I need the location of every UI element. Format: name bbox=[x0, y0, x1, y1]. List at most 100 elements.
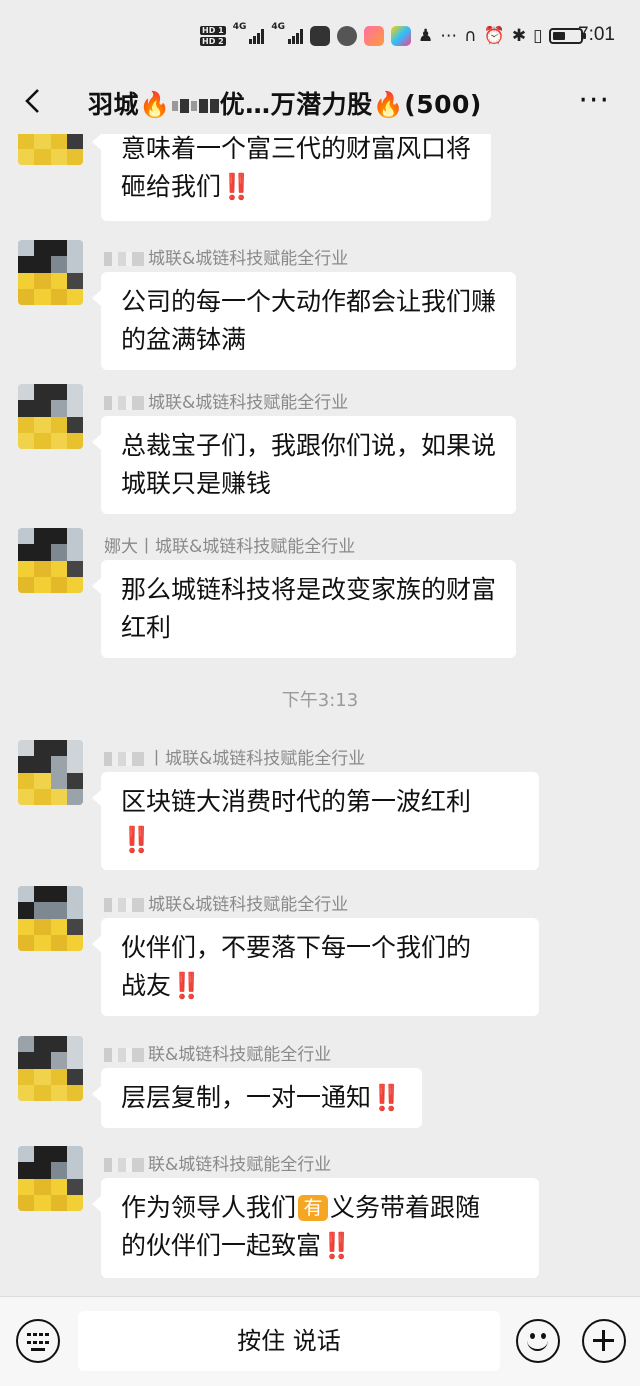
avatar-mosaic bbox=[18, 1036, 83, 1101]
hd-icon: HD 1 HD 2 bbox=[200, 25, 226, 47]
message-line: 作为领导人我们有义务带着跟随 bbox=[121, 1189, 519, 1227]
message-bubble[interactable]: 意味着一个富三代的财富风口将 砸给我们‼️ bbox=[91, 134, 492, 221]
redacted-mark bbox=[104, 252, 144, 266]
message-line: 的伙伴们一起致富‼️ bbox=[121, 1231, 353, 1260]
keyboard-icon[interactable] bbox=[16, 1319, 60, 1363]
smile-mouth bbox=[527, 1339, 548, 1351]
sender-name: 联&城链科技赋能全行业 bbox=[104, 1150, 331, 1175]
sender-text: 联&城链科技赋能全行业 bbox=[148, 1155, 332, 1175]
signal-icon bbox=[288, 28, 303, 44]
redacted-mark bbox=[209, 99, 219, 113]
sender-text: 城联&城链科技赋能全行业 bbox=[148, 393, 349, 413]
message-line: 战友‼️ bbox=[121, 971, 203, 1000]
chevron-left-icon[interactable] bbox=[18, 86, 48, 116]
chat-area[interactable]: 意味着一个富三代的财富风口将 砸给我们‼️ 城联&城链科技赋能全行业 公司的每一… bbox=[0, 134, 640, 1296]
sender-text: 城联&城链科技赋能全行业 bbox=[148, 895, 349, 915]
message-text: 义务带着跟随 bbox=[330, 1193, 481, 1222]
message-line: 砸给我们‼️ bbox=[121, 172, 253, 201]
nav-bar: 羽城🔥 优…万潜力股🔥(500) ··· bbox=[0, 72, 640, 134]
qq-icon: ♟ bbox=[418, 26, 434, 46]
time-separator: 下午3:13 bbox=[281, 690, 359, 711]
message-bubble[interactable]: 公司的每一个大动作都会让我们赚 的盆满钵满 bbox=[91, 272, 517, 370]
avatar[interactable] bbox=[18, 1036, 83, 1101]
sender-name: 娜大丨城联&城链科技赋能全行业 bbox=[104, 532, 355, 557]
avatar-mosaic bbox=[18, 134, 83, 165]
message-line: 公司的每一个大动作都会让我们赚 bbox=[121, 287, 497, 316]
more-dots-icon: ⋯ bbox=[440, 26, 458, 46]
avatar-mosaic bbox=[18, 886, 83, 951]
hd-label: HD 2 bbox=[200, 37, 226, 46]
avatar-mosaic bbox=[18, 384, 83, 449]
avatar-mosaic bbox=[18, 740, 83, 805]
status-icons: HD 1 HD 2 4G 4G ♟ ⋯ ∩ ⏰ ✱ ▯ bbox=[200, 22, 587, 50]
sender-name: 联&城链科技赋能全行业 bbox=[104, 1040, 331, 1065]
redacted-mark bbox=[104, 396, 144, 410]
signal-label: 4G bbox=[271, 22, 285, 32]
sender-text: 丨城联&城链科技赋能全行业 bbox=[148, 749, 366, 769]
message-bubble[interactable]: 总裁宝子们，我跟你们说，如果说 城联只是赚钱 bbox=[91, 416, 517, 514]
signal-icon bbox=[249, 28, 265, 44]
message-line: 城联只是赚钱 bbox=[121, 469, 272, 498]
more-icon[interactable]: ··· bbox=[578, 86, 610, 116]
chat-title-suffix: 优…万潜力股🔥(500) bbox=[219, 90, 482, 119]
message-bubble[interactable]: 伙伴们，不要落下每一个我们的 战友‼️ bbox=[92, 918, 539, 1016]
plus-icon[interactable] bbox=[582, 1319, 626, 1363]
avatar-mosaic bbox=[18, 528, 83, 593]
bluetooth-icon: ✱ bbox=[511, 26, 527, 46]
redacted-mark bbox=[179, 99, 189, 113]
sender-name: 城联&城链科技赋能全行业 bbox=[104, 388, 348, 413]
avatar[interactable] bbox=[18, 134, 83, 165]
sender-text: 城联&城链科技赋能全行业 bbox=[148, 249, 349, 269]
alarm-icon: ⏰ bbox=[483, 26, 505, 46]
hd-label: HD 1 bbox=[200, 26, 226, 35]
sender-name: 丨城联&城链科技赋能全行业 bbox=[104, 744, 365, 769]
status-bar: HD 1 HD 2 4G 4G ♟ ⋯ ∩ ⏰ ✱ ▯ 7:01 bbox=[0, 0, 640, 72]
app-icon bbox=[364, 26, 384, 46]
sender-text: 娜大丨城联&城链科技赋能全行业 bbox=[104, 537, 356, 557]
message-line: 伙伴们，不要落下每一个我们的 bbox=[121, 933, 472, 962]
message-line: 区块链大消费时代的第一波红利 bbox=[121, 787, 472, 816]
message-line: 那么城链科技将是改变家族的财富 bbox=[121, 575, 497, 604]
message-bubble[interactable]: 区块链大消费时代的第一波红利 ‼️ bbox=[92, 772, 539, 870]
avatar[interactable] bbox=[18, 528, 83, 593]
hold-to-talk-button[interactable]: 按住 说话 bbox=[78, 1311, 500, 1371]
message-line: 红利 bbox=[121, 613, 172, 642]
avatar-mosaic bbox=[18, 240, 83, 305]
message-text: 作为领导人我们 bbox=[121, 1193, 297, 1222]
app-icon bbox=[391, 26, 411, 46]
chat-title: 羽城🔥 优…万潜力股🔥(500) bbox=[88, 85, 482, 121]
app-icon bbox=[310, 26, 330, 46]
redacted-mark bbox=[104, 898, 144, 912]
keyboard-spacebar bbox=[31, 1348, 45, 1351]
message-bubble[interactable]: 作为领导人我们有义务带着跟随 的伙伴们一起致富‼️ bbox=[92, 1178, 539, 1278]
you-badge: 有 bbox=[298, 1195, 329, 1221]
message-line: ‼️ bbox=[121, 825, 153, 854]
avatar[interactable] bbox=[18, 1146, 83, 1211]
redacted-mark bbox=[104, 1048, 144, 1062]
message-line: 的盆满钵满 bbox=[121, 325, 247, 354]
avatar[interactable] bbox=[18, 384, 83, 449]
vibrate-icon: ▯ bbox=[533, 26, 543, 46]
avatar[interactable] bbox=[18, 886, 83, 951]
redacted-mark bbox=[171, 101, 178, 111]
status-time: 7:01 bbox=[578, 24, 615, 45]
redacted-mark bbox=[190, 101, 197, 111]
keyboard-keys bbox=[27, 1333, 49, 1347]
sender-name: 城联&城链科技赋能全行业 bbox=[104, 244, 348, 269]
message-bubble[interactable]: 那么城链科技将是改变家族的财富 红利 bbox=[91, 560, 517, 658]
app-icon bbox=[337, 26, 357, 46]
emoji-icon[interactable] bbox=[516, 1319, 560, 1363]
avatar-mosaic bbox=[18, 1146, 83, 1211]
sender-name: 城联&城链科技赋能全行业 bbox=[104, 890, 348, 915]
message-bubble[interactable]: 层层复制，一对一通知‼️ bbox=[91, 1068, 423, 1128]
signal-label: 4G bbox=[232, 22, 247, 32]
redacted-mark bbox=[104, 1158, 144, 1172]
sender-text: 联&城链科技赋能全行业 bbox=[148, 1045, 332, 1065]
message-line: 层层复制，一对一通知‼️ bbox=[121, 1083, 403, 1112]
battery-fill bbox=[553, 32, 566, 40]
avatar[interactable] bbox=[18, 740, 83, 805]
redacted-mark bbox=[198, 99, 208, 113]
message-line: 总裁宝子们，我跟你们说，如果说 bbox=[121, 431, 497, 460]
avatar[interactable] bbox=[18, 240, 83, 305]
headphones-icon: ∩ bbox=[464, 26, 477, 46]
